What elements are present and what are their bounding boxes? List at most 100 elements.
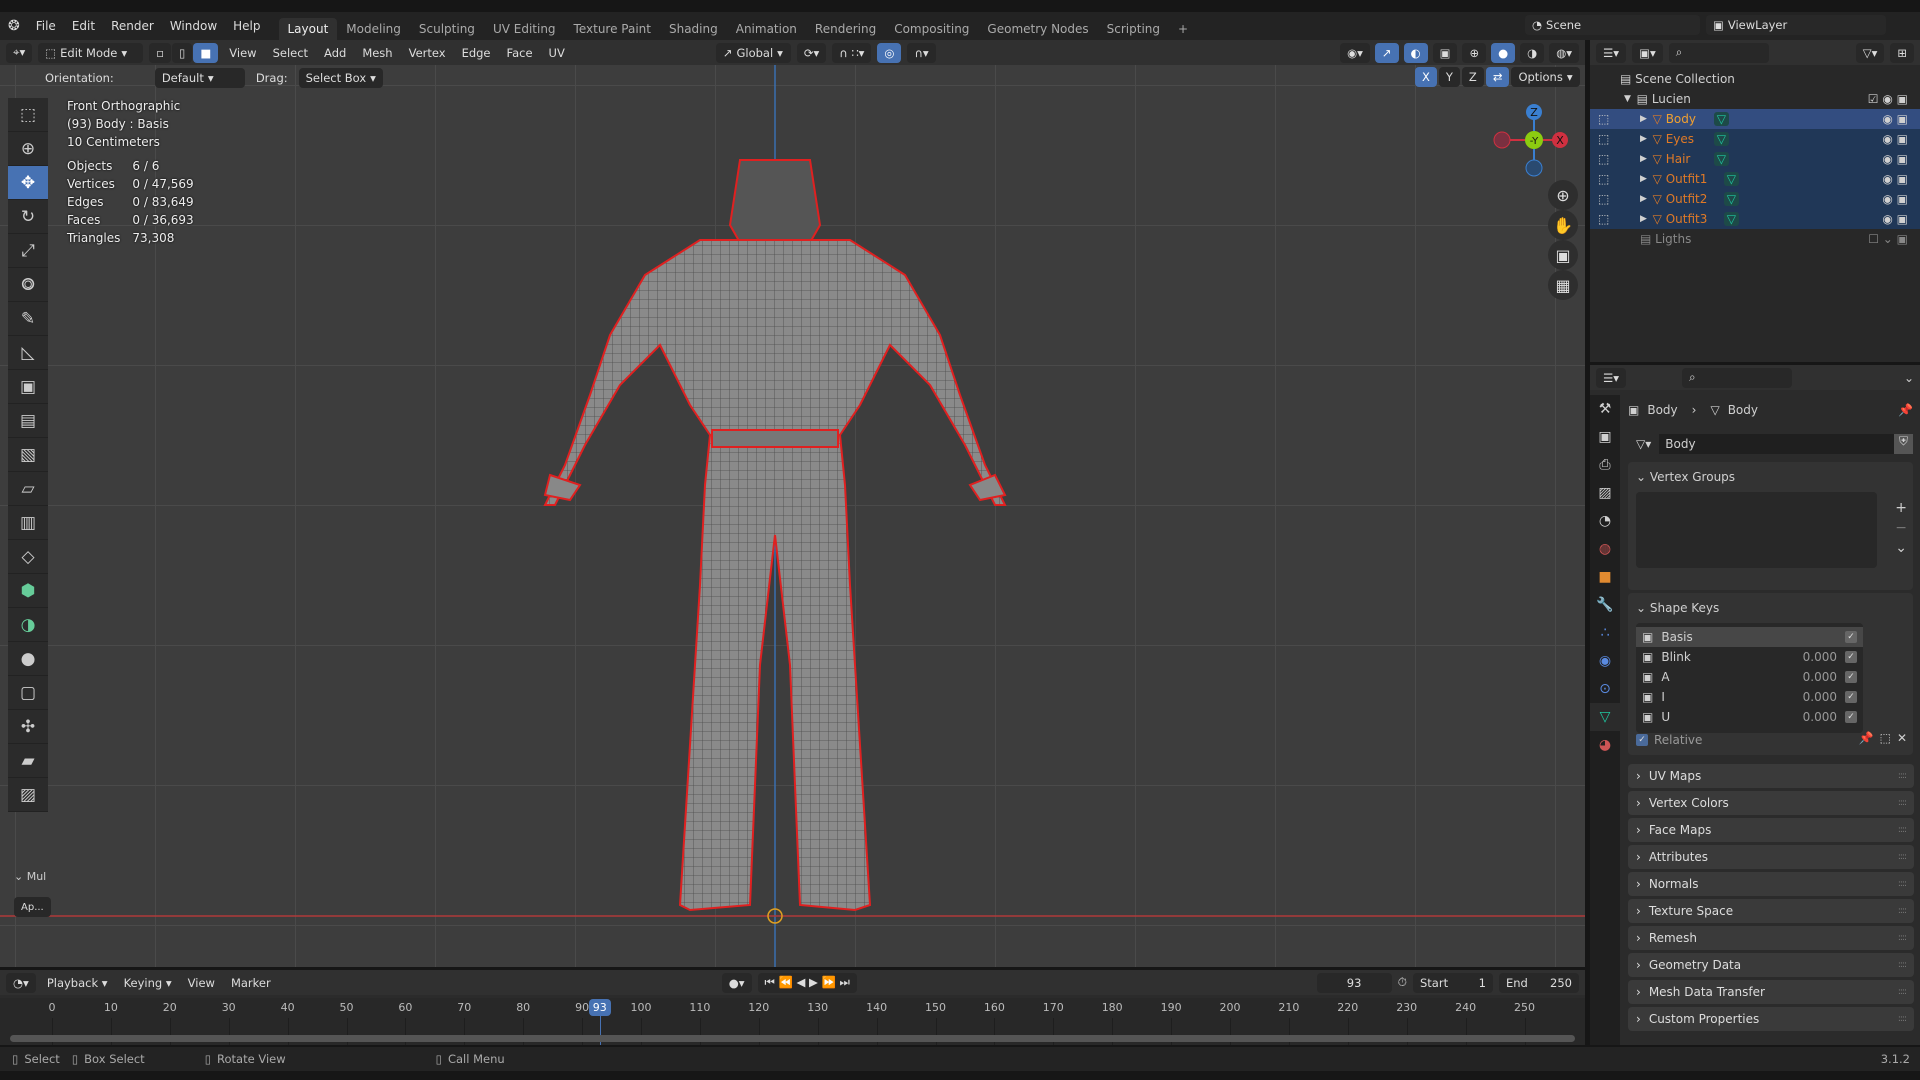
topology-mirror-icon[interactable]: ⇄ [1485,67,1510,87]
zoom-icon[interactable]: ⊕ [1548,180,1578,210]
move-icon[interactable]: ✥ [8,166,48,200]
add-cube-icon[interactable]: ▣ [8,370,48,404]
face-select-icon[interactable]: ■ [193,42,219,63]
shape-key-value[interactable]: 0.000 [1803,670,1837,684]
shading-wireframe-icon[interactable]: ⊕ [1462,42,1487,63]
add-workspace-button[interactable]: + [1169,18,1197,40]
mode-dropdown[interactable]: ⬚ Edit Mode ▾ [38,42,144,63]
ortho-grid-icon[interactable]: ▦ [1548,270,1578,300]
visibility-toggles[interactable]: ◉ ▣ [1882,172,1908,186]
measure-icon[interactable]: ◺ [8,336,48,370]
drag-handle-icon[interactable]: :::: [1898,933,1907,943]
lights-collection-row[interactable]: ▤ Ligths ☐ ⌄ ▣ [1590,229,1920,249]
menu-view[interactable]: View [183,976,220,990]
shrink-fatten-icon[interactable]: ✣ [8,710,48,744]
navigation-gizmo[interactable]: Z X -Y [1490,100,1570,180]
object-tab-icon[interactable]: ■ [1590,563,1620,591]
tab-scripting[interactable]: Scripting [1098,18,1169,40]
specials-icon[interactable]: ⌄ [1895,538,1907,558]
scene-selector[interactable]: ◔ Scene [1525,15,1700,35]
smooth-icon[interactable]: ● [8,642,48,676]
drag-handle-icon[interactable]: :::: [1898,960,1907,970]
mesh-data-icon[interactable]: ▽ [1713,132,1729,146]
scene-tab-icon[interactable]: ◔ [1590,507,1620,535]
properties-search-input[interactable]: ⌕ [1682,367,1793,388]
visibility-selectability-icon[interactable]: ◉▾ [1340,42,1370,63]
menu-face[interactable]: Face [502,46,538,60]
tab-texture-paint[interactable]: Texture Paint [565,18,660,40]
tab-compositing[interactable]: Compositing [885,18,978,40]
object-name[interactable]: Hair [1666,152,1714,166]
scene-collection-row[interactable]: ▤ Scene Collection [1590,69,1920,89]
object-name[interactable]: Outfit3 [1666,212,1724,226]
edit-mode-icon[interactable]: ⬚ [1598,192,1609,206]
mirror-x-toggle[interactable]: X [1415,67,1437,87]
tab-layout[interactable]: Layout [278,18,338,40]
options-chevron-icon[interactable]: ⌄ [1904,371,1914,385]
panel-geometry-data[interactable]: › Geometry Data:::: [1628,953,1914,977]
mesh-data-icon[interactable]: ▽ [1723,192,1739,206]
edit-mode-icon[interactable]: ⬚ [1598,152,1609,166]
menu-keying[interactable]: Keying ▾ [119,976,177,990]
shape-key-mute-checkbox[interactable]: ✓ [1845,711,1857,723]
vertex-groups-header[interactable]: ⌄ Vertex Groups [1628,462,1913,492]
orientation-dropdown[interactable]: Default ▾ [154,67,245,88]
menu-playback[interactable]: Playback ▾ [42,976,113,990]
shape-key-mute-checkbox[interactable]: ✓ [1845,631,1857,643]
spin-icon[interactable]: ◑ [8,608,48,642]
remove-icon[interactable]: − [1895,518,1907,538]
expand-icon[interactable]: ▶ [1640,194,1653,204]
last-operator-panel[interactable]: ⌄ Mul [14,870,46,883]
view-layer-tab-icon[interactable]: ▨ [1590,479,1620,507]
transform-orientation-dropdown[interactable]: ↗ Global ▾ [715,42,791,63]
outliner-object-row[interactable]: ⬚ ▶ ▽ Outfit1 ▽ ◉ ▣ [1590,169,1920,189]
pin-shape-icon[interactable]: 📌 [1859,731,1874,745]
collection-toggles[interactable]: ☐ ⌄ ▣ [1868,232,1908,246]
object-name[interactable]: Outfit2 [1666,192,1724,206]
drag-handle-icon[interactable]: :::: [1898,906,1907,916]
proportional-edit-icon[interactable]: ◎ [877,42,902,63]
rotate-icon[interactable]: ↻ [8,200,48,234]
mesh-datablock-field[interactable]: ▽▾ Body ⛨ [1628,434,1913,454]
drag-handle-icon[interactable]: :::: [1898,852,1907,862]
pivot-icon[interactable]: ⟳▾ [796,42,827,63]
edge-slide-icon[interactable]: ▢ [8,676,48,710]
vertex-select-icon[interactable]: ▫ [149,42,172,63]
current-frame-field[interactable]: 93 [1316,972,1392,993]
select-box-icon[interactable]: ⬚ [8,98,48,132]
shape-key-row[interactable]: ▣ Blink 0.000 ✓ [1636,647,1863,667]
inset-icon[interactable]: ▧ [8,438,48,472]
shape-key-row[interactable]: ▣ U 0.000 ✓ [1636,707,1863,727]
editor-type-icon[interactable]: ◔▾ [6,972,36,993]
menu-uv[interactable]: UV [544,46,570,60]
bevel-icon[interactable]: ▱ [8,472,48,506]
mesh-data-tab-icon[interactable]: ▽ [1590,703,1620,731]
snap-icon[interactable]: ∩ ∷▾ [832,42,872,63]
drag-dropdown[interactable]: Select Box ▾ [298,67,383,88]
tab-shading[interactable]: Shading [660,18,727,40]
visibility-toggles[interactable]: ◉ ▣ [1882,212,1908,226]
vertex-groups-list[interactable] [1636,492,1877,568]
tab-sculpting[interactable]: Sculpting [410,18,484,40]
tool-tab-icon[interactable]: ⚒ [1590,395,1620,423]
rip-icon[interactable]: ▨ [8,778,48,812]
edge-select-icon[interactable]: ▯ [172,42,193,63]
panel-mesh-data-transfer[interactable]: › Mesh Data Transfer:::: [1628,980,1914,1004]
xray-toggle-icon[interactable]: ▣ [1432,42,1458,63]
cursor-icon[interactable]: ⊕ [8,132,48,166]
mesh-data-icon[interactable]: ▽ [1713,152,1729,166]
outliner-object-row[interactable]: ⬚ ▶ ▽ Hair ▽ ◉ ▣ [1590,149,1920,169]
overlays-toggle-icon[interactable]: ◐ [1403,42,1428,63]
expand-icon[interactable]: ▶ [1640,114,1653,124]
camera-icon[interactable]: ▣ [1548,240,1578,270]
shape-key-mute-checkbox[interactable]: ✓ [1845,651,1857,663]
pin-icon[interactable]: 📌 [1898,403,1913,417]
gizmo-toggle-icon[interactable]: ↗ [1374,42,1399,63]
menu-edit[interactable]: Edit [64,19,103,33]
tab-modeling[interactable]: Modeling [337,18,410,40]
editor-type-icon[interactable]: ⌖▾ [6,42,33,63]
fake-user-shield-icon[interactable]: ⛨ [1893,434,1913,454]
panel-attributes[interactable]: › Attributes:::: [1628,845,1914,869]
drag-handle-icon[interactable]: :::: [1898,825,1907,835]
outliner-object-row[interactable]: ⬚ ▶ ▽ Body ▽ ◉ ▣ [1590,109,1920,129]
